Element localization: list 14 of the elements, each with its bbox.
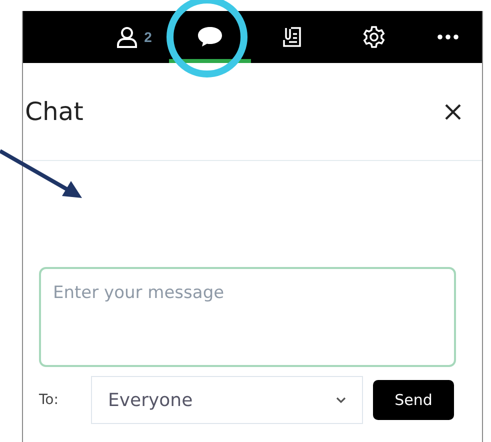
close-icon (444, 102, 462, 120)
participants-tab[interactable]: 2 (99, 11, 169, 63)
send-button[interactable]: Send (373, 380, 454, 420)
person-icon (116, 26, 138, 48)
more-icon (437, 34, 459, 40)
document-clip-icon (280, 25, 304, 49)
chevron-down-icon (336, 397, 346, 403)
recipient-dropdown[interactable]: Everyone (91, 376, 363, 424)
message-field[interactable]: Enter your message (39, 267, 456, 367)
panel-title: Chat (25, 97, 84, 126)
to-label: To: (39, 392, 60, 408)
chat-bubble-icon (197, 26, 223, 48)
settings-icon (362, 25, 386, 49)
participant-count: 2 (144, 29, 152, 45)
